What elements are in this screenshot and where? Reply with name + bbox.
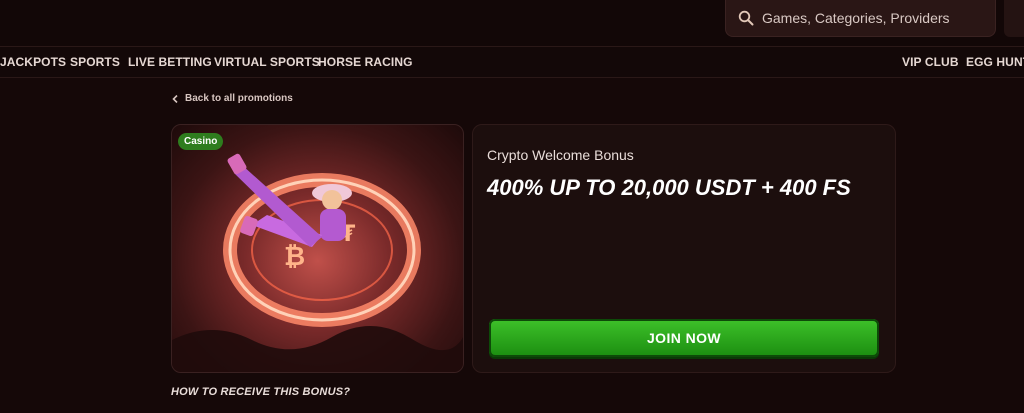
search-icon <box>738 10 754 26</box>
svg-text:₿: ₿ <box>284 242 305 272</box>
nav-item-sports[interactable]: SPORTS <box>70 55 120 69</box>
offer-subtitle: Crypto Welcome Bonus <box>487 147 634 163</box>
search-input[interactable] <box>762 10 982 26</box>
main-nav: JACKPOTS SPORTS LIVE BETTING VIRTUAL SPO… <box>0 46 1024 78</box>
promo-image: ₿ ₮ Casino <box>171 124 464 373</box>
promo-illustration: ₿ ₮ <box>172 153 463 372</box>
nav-item-virtual-sports[interactable]: VIRTUAL SPORTS <box>214 55 320 69</box>
join-now-button[interactable]: JOIN NOW <box>489 319 879 357</box>
section-title: HOW TO RECEIVE THIS BONUS? <box>171 386 351 398</box>
nav-item-jackpots[interactable]: JACKPOTS <box>0 55 66 69</box>
offer-headline: 400% UP TO 20,000 USDT + 400 FS <box>487 175 851 200</box>
top-bar <box>0 0 1024 46</box>
offer-card: Crypto Welcome Bonus 400% UP TO 20,000 U… <box>472 124 896 373</box>
account-area[interactable] <box>1004 0 1024 37</box>
category-badge: Casino <box>178 133 224 150</box>
chevron-left-icon <box>172 94 178 103</box>
nav-item-egg-hunt[interactable]: EGG HUNT <box>966 55 1024 69</box>
nav-item-live-betting[interactable]: LIVE BETTING <box>128 55 212 69</box>
back-link[interactable]: Back to all promotions <box>172 93 293 104</box>
back-link-label: Back to all promotions <box>185 93 293 104</box>
nav-item-vip-club[interactable]: VIP CLUB <box>902 55 959 69</box>
nav-item-horse-racing[interactable]: HORSE RACING <box>318 55 413 69</box>
search-box[interactable] <box>725 0 996 37</box>
